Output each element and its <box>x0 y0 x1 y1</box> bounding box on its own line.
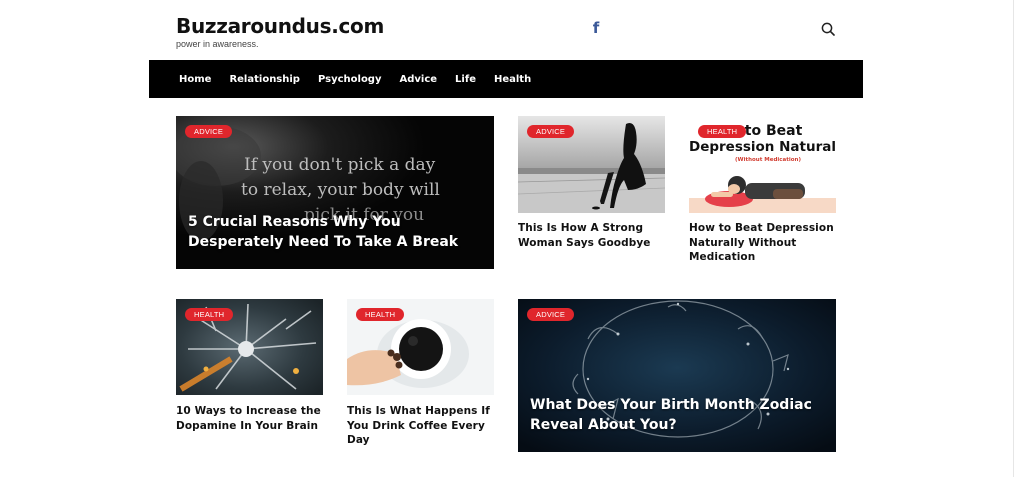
image-quote-line-2: to relax, your body will <box>241 180 440 200</box>
nav-item-home[interactable]: Home <box>179 74 211 85</box>
category-badge[interactable]: ADVICE <box>527 125 575 138</box>
facebook-icon[interactable]: f <box>590 20 602 36</box>
site-tagline: power in awareness. <box>176 39 259 49</box>
page: Buzzaroundus.com power in awareness. f H… <box>0 0 1014 477</box>
image-text-line-2: Depression Naturally <box>689 139 836 155</box>
category-badge[interactable]: ADVICE <box>527 308 575 321</box>
nav-item-health[interactable]: Health <box>494 74 531 85</box>
sleeping-woman-illustration <box>689 176 836 213</box>
main-nav: Home Relationship Psychology Advice Life… <box>149 60 863 98</box>
post-title[interactable]: 5 Crucial Reasons Why You Desperately Ne… <box>188 212 478 252</box>
post-title[interactable]: What Does Your Birth Month Zodiac Reveal… <box>530 395 825 435</box>
nav-item-life[interactable]: Life <box>455 74 476 85</box>
category-badge[interactable]: HEALTH <box>185 308 234 321</box>
post-title[interactable]: 10 Ways to Increase the Dopamine In Your… <box>176 404 323 433</box>
search-icon[interactable] <box>821 22 835 36</box>
image-quote-line-1: If you don't pick a day <box>244 155 436 175</box>
post-thumb-dopamine[interactable]: HEALTH <box>176 299 323 395</box>
post-title[interactable]: This Is What Happens If You Drink Coffee… <box>347 404 494 448</box>
category-badge[interactable]: HEALTH <box>698 125 747 138</box>
site-logo[interactable]: Buzzaroundus.com <box>176 14 384 38</box>
nav-item-advice[interactable]: Advice <box>399 74 437 85</box>
image-text-line-3: (Without Medication) <box>735 157 801 163</box>
post-thumb-depression[interactable]: w to Beat Depression Naturally (Without … <box>689 116 836 213</box>
featured-post-break[interactable]: If you don't pick a day to relax, your b… <box>176 116 494 269</box>
site-header: Buzzaroundus.com power in awareness. f <box>0 0 1014 60</box>
post-thumb-strong-woman[interactable]: ADVICE <box>518 116 665 213</box>
category-badge[interactable]: HEALTH <box>356 308 405 321</box>
featured-post-zodiac[interactable]: ADVICE What Does Your Birth Month Zodiac… <box>518 299 836 452</box>
post-title[interactable]: This Is How A Strong Woman Says Goodbye <box>518 221 665 250</box>
nav-item-relationship[interactable]: Relationship <box>229 74 300 85</box>
post-title[interactable]: How to Beat Depression Naturally Without… <box>689 221 836 265</box>
category-badge[interactable]: ADVICE <box>185 125 233 138</box>
nav-item-psychology[interactable]: Psychology <box>318 74 382 85</box>
post-thumb-coffee[interactable]: HEALTH <box>347 299 494 395</box>
